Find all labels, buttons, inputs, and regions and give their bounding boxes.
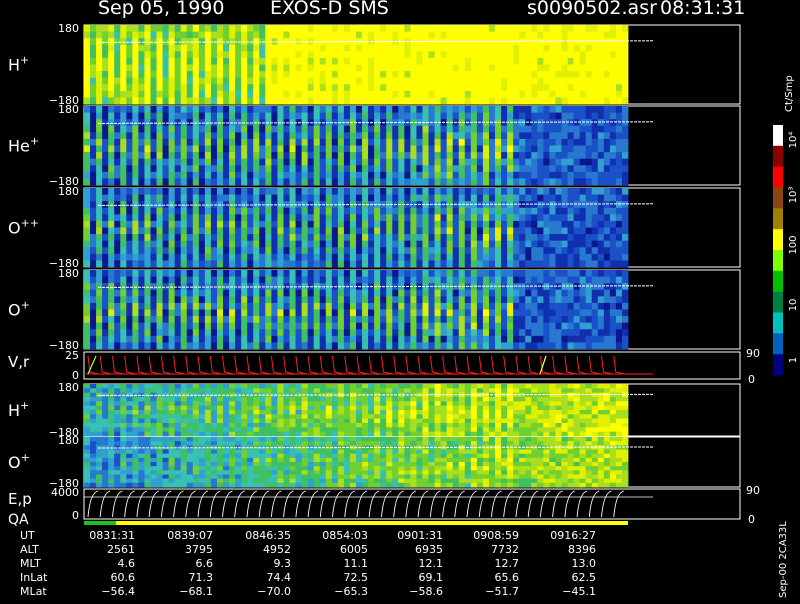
panel-o-plus-label: O+: [8, 299, 30, 320]
colorbar-swatch: [773, 167, 783, 188]
colorbar-swatch: [773, 354, 783, 375]
footer-row-mlat: MLat −56.4 −68.1 −70.0 −65.3 −58.6 −51.7 −45.1: [0, 585, 760, 600]
footer-cell: 6935: [383, 543, 443, 556]
panel-ep-ymax: 4000: [51, 486, 79, 499]
colorbar-swatch: [773, 146, 783, 167]
footer-cell: 0901:31: [383, 529, 443, 542]
footer-cell: 8396: [536, 543, 596, 556]
footer-cell: −68.1: [153, 585, 213, 598]
colorbar-swatch: [773, 271, 783, 292]
colorbar-tick-label: 10: [788, 299, 799, 312]
footer-row-alt: ALT 2561 3795 4952 6005 6935 7732 8396: [0, 543, 760, 558]
footer-cell: 3795: [153, 543, 213, 556]
colorbar-swatch: [773, 313, 783, 334]
footer-cell: 71.3: [153, 571, 213, 584]
footer-cell: 74.4: [231, 571, 291, 584]
footer-cell: −70.0: [231, 585, 291, 598]
footer-cell: −56.4: [75, 585, 135, 598]
colorbar-title: Ct/Smp: [784, 75, 795, 112]
footer-row-name: ALT: [20, 543, 39, 556]
panel-o-plus-plus: [84, 188, 740, 267]
footer-cell: 0831:31: [75, 529, 135, 542]
footer-cell: 12.1: [383, 557, 443, 570]
colorbar-swatch: [773, 292, 783, 313]
footer-row-name: InLat: [20, 571, 47, 584]
panel-h-plus: [84, 25, 740, 104]
panel-ep: [84, 489, 740, 525]
panel-o-plus-ymax: 180: [58, 267, 79, 280]
panel-vr: [84, 352, 740, 379]
footer-table: UT 0831:31 0839:07 0846:35 0854:03 0901:31 090…: [0, 527, 770, 600]
colorbar-title-wrap: Ct/Smp: [770, 60, 800, 120]
footer-cell: 0854:03: [308, 529, 368, 542]
footer-cell: 11.1: [308, 557, 368, 570]
colorbar-tick-label: 10⁴: [788, 132, 799, 149]
panel-h-plus-ymax: 180: [58, 22, 79, 35]
colorbar-swatch: [773, 333, 783, 354]
footer-cell: 6005: [308, 543, 368, 556]
side-label: Sep-00 2CA33L: [778, 521, 789, 598]
panel-he-plus-label: He+: [8, 135, 39, 156]
footer-cell: −51.7: [459, 585, 519, 598]
panel-ep-right-min: 0: [748, 513, 755, 526]
footer-cell: 13.0: [536, 557, 596, 570]
panel-h-plus-2-label: H+: [8, 399, 29, 420]
qa-label: QA: [8, 512, 29, 528]
colorbar-swatch: [773, 188, 783, 209]
footer-row-mlt: MLT 4.6 6.6 9.3 11.1 12.1 12.7 13.0: [0, 557, 760, 572]
panel-vr-ymax: 25: [65, 349, 79, 362]
panel-h-plus-label: H+: [8, 54, 29, 75]
panel-vr-right-max: 90: [746, 347, 760, 360]
panel-o-plus-plus-label: O++: [8, 217, 39, 238]
footer-cell: 60.6: [75, 571, 135, 584]
colorbar-swatch: [773, 229, 783, 250]
footer-cell: 12.7: [459, 557, 519, 570]
panel-vr-right-min: 0: [748, 373, 755, 386]
colorbar-swatch: [773, 125, 783, 146]
footer-row-ut: UT 0831:31 0839:07 0846:35 0854:03 0901:31 090…: [0, 529, 760, 544]
footer-cell: 65.6: [459, 571, 519, 584]
panel-vr-label: V,r: [8, 353, 30, 371]
panel-he-plus: [84, 106, 740, 185]
footer-cell: 62.5: [536, 571, 596, 584]
colorbar-tick-label: 100: [788, 235, 799, 254]
footer-row-name: UT: [20, 529, 35, 542]
footer-cell: 4952: [231, 543, 291, 556]
footer-cell: 0916:27: [536, 529, 596, 542]
footer-row-name: MLat: [20, 585, 47, 598]
footer-cell: −58.6: [383, 585, 443, 598]
panel-o-plus-2-label: O+: [8, 451, 30, 472]
footer-cell: −65.3: [308, 585, 368, 598]
panel-ep-ymin: 0: [72, 509, 79, 522]
panel-o-plus: [84, 270, 740, 349]
footer-cell: 9.3: [231, 557, 291, 570]
footer-cell: 0846:35: [231, 529, 291, 542]
footer-cell: 0908:59: [459, 529, 519, 542]
footer-cell: −45.1: [536, 585, 596, 598]
spectrogram-stack: 180−180H+180−180He+180−180O++180−180O+25…: [0, 0, 800, 600]
footer-cell: 4.6: [75, 557, 135, 570]
colorbar: 10⁴ 10³ 100 10 1: [773, 125, 799, 376]
footer-cell: 72.5: [308, 571, 368, 584]
panel-he-plus-ymax: 180: [58, 103, 79, 116]
footer-row-name: MLT: [20, 557, 41, 570]
panel-o-plus-plus-ymax: 180: [58, 185, 79, 198]
footer-cell: 6.6: [153, 557, 213, 570]
footer-cell: 69.1: [383, 571, 443, 584]
colorbar-tick-label: 10³: [788, 187, 799, 204]
footer-row-inlat: InLat 60.6 71.3 74.4 72.5 69.1 65.6 62.5: [0, 571, 760, 586]
footer-cell: 7732: [459, 543, 519, 556]
panel-h-plus-2-ymax: 180: [58, 381, 79, 394]
panel-o-plus-2: [84, 437, 740, 487]
panel-ep-label: E,p: [8, 490, 32, 508]
panel-o-plus-2-ymax: 180: [58, 434, 79, 447]
footer-cell: 2561: [75, 543, 135, 556]
colorbar-swatch: [773, 250, 783, 271]
panel-h-plus-2: [84, 384, 740, 436]
colorbar-swatch: [773, 208, 783, 229]
footer-cell: 0839:07: [153, 529, 213, 542]
colorbar-tick-label: 1: [788, 357, 799, 363]
